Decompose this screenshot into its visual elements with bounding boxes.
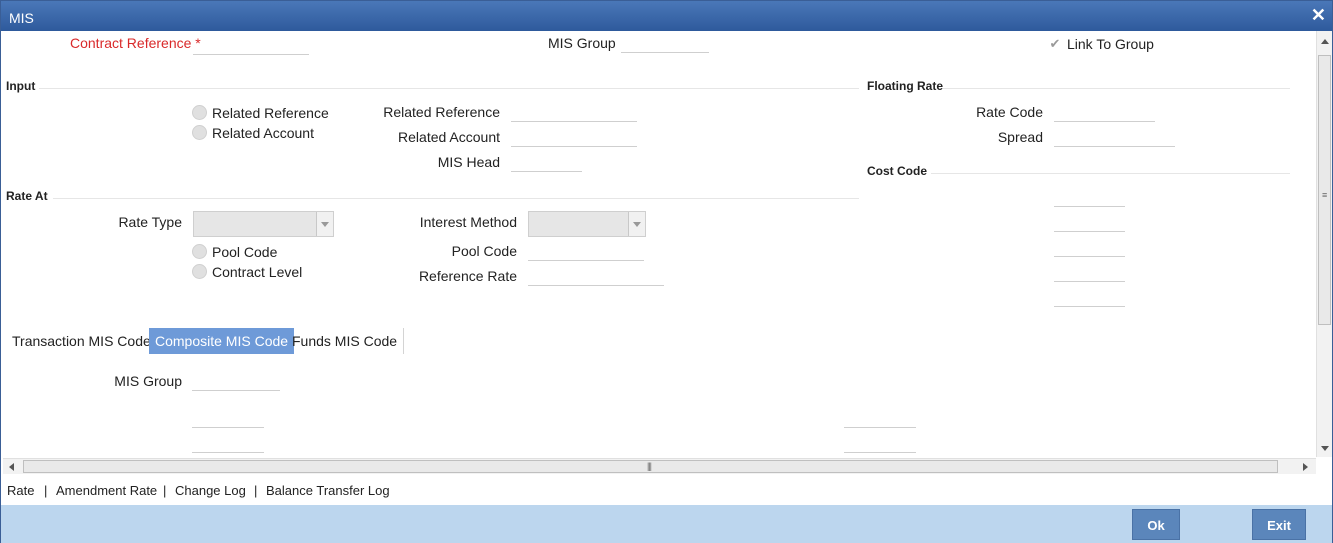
chevron-down-icon[interactable] [316, 212, 333, 236]
interest-method-select[interactable] [528, 211, 646, 237]
related-account-radio-label: Related Account [212, 125, 314, 141]
window-title: MIS [9, 10, 34, 26]
floating-rate-divider [943, 88, 1290, 89]
related-account-label: Related Account [398, 129, 500, 145]
input-section-title: Input [6, 79, 36, 93]
cost-code-input-1[interactable] [1054, 185, 1125, 207]
floating-rate-title: Floating Rate [867, 79, 944, 93]
scroll-up-icon[interactable] [1321, 39, 1329, 44]
amendment-rate-link[interactable]: Amendment Rate [56, 483, 157, 498]
rate-type-select[interactable] [193, 211, 334, 237]
related-account-radio[interactable] [192, 125, 207, 140]
grip-icon: ||| [647, 461, 652, 471]
pool-code-radio[interactable] [192, 244, 207, 259]
tab-mis-group-label: MIS Group [114, 373, 182, 389]
contract-reference-input[interactable] [193, 33, 309, 55]
pool-code-input[interactable] [528, 239, 644, 261]
cost-code-input-2[interactable] [1054, 210, 1125, 232]
composite-code-input-2[interactable] [192, 431, 264, 453]
contract-reference-label: Contract Reference * [70, 35, 201, 51]
link-separator: | [163, 483, 167, 498]
input-section-divider [39, 88, 859, 89]
scroll-down-icon[interactable] [1321, 446, 1329, 451]
vertical-scroll-thumb[interactable]: ≡ [1318, 55, 1331, 325]
cost-code-input-5[interactable] [1054, 285, 1125, 307]
mis-group-input[interactable] [621, 31, 709, 53]
horizontal-scrollbar[interactable]: ||| [3, 458, 1316, 474]
reference-rate-input[interactable] [528, 264, 664, 286]
interest-method-label: Interest Method [419, 214, 517, 230]
grip-icon: ≡ [1322, 190, 1328, 200]
footer-links: Rate | Amendment Rate | Change Log | Bal… [1, 475, 1332, 505]
related-reference-label: Related Reference [383, 104, 500, 120]
rate-code-input[interactable] [1054, 100, 1155, 122]
rate-at-title: Rate At [6, 189, 48, 203]
contract-level-radio-label: Contract Level [212, 264, 303, 280]
cost-code-title: Cost Code [867, 164, 927, 178]
link-separator: | [44, 483, 48, 498]
tab-mis-group-input[interactable] [192, 369, 280, 391]
link-to-group-checkbox[interactable]: ✔ [1048, 37, 1062, 51]
tab-funds-mis-code[interactable]: Funds MIS Code [286, 328, 405, 354]
rate-type-label: Rate Type [118, 214, 182, 230]
cost-code-input-3[interactable] [1054, 235, 1125, 257]
related-reference-radio[interactable] [192, 105, 207, 120]
exit-button[interactable]: Exit [1252, 509, 1306, 540]
link-separator: | [254, 483, 258, 498]
cost-code-divider [931, 173, 1290, 174]
spread-input[interactable] [1054, 125, 1175, 147]
composite-code-input-3[interactable] [844, 406, 916, 428]
related-reference-input[interactable] [511, 100, 637, 122]
composite-code-input-4[interactable] [844, 431, 916, 453]
related-account-input[interactable] [511, 125, 637, 147]
close-icon[interactable]: ✕ [1311, 5, 1326, 26]
contract-level-radio[interactable] [192, 264, 207, 279]
related-reference-radio-label: Related Reference [212, 105, 329, 121]
main-content: Contract Reference * MIS Group ✔ Link To… [3, 31, 1316, 458]
title-bar: MIS ✕ [1, 1, 1332, 31]
pool-code-radio-label: Pool Code [212, 244, 278, 260]
vertical-scrollbar[interactable]: ≡ [1316, 31, 1332, 457]
bottom-bar: Ok Exit [1, 505, 1332, 543]
mis-head-label: MIS Head [437, 154, 500, 170]
spread-label: Spread [997, 129, 1043, 145]
horizontal-scroll-thumb[interactable]: ||| [23, 460, 1278, 473]
change-log-link[interactable]: Change Log [175, 483, 246, 498]
rate-at-divider [53, 198, 859, 199]
composite-code-input-1[interactable] [192, 406, 264, 428]
chevron-down-icon[interactable] [628, 212, 645, 236]
rate-link[interactable]: Rate [7, 483, 34, 498]
reference-rate-label: Reference Rate [418, 268, 517, 284]
rate-code-label: Rate Code [976, 104, 1043, 120]
link-to-group-label: Link To Group [1067, 36, 1154, 52]
pool-code-label: Pool Code [451, 243, 517, 259]
scroll-right-icon[interactable] [1303, 463, 1308, 471]
tab-composite-mis-code[interactable]: Composite MIS Code [149, 328, 295, 354]
mis-head-input[interactable] [511, 150, 582, 172]
cost-code-input-4[interactable] [1054, 260, 1125, 282]
scroll-left-icon[interactable] [9, 463, 14, 471]
tab-transaction-mis-code[interactable]: Transaction MIS Code [6, 328, 158, 354]
mis-group-label: MIS Group [548, 35, 616, 51]
ok-button[interactable]: Ok [1132, 509, 1180, 540]
balance-transfer-log-link[interactable]: Balance Transfer Log [266, 483, 390, 498]
mis-window: MIS ✕ Contract Reference * MIS Group ✔ L… [0, 0, 1333, 543]
